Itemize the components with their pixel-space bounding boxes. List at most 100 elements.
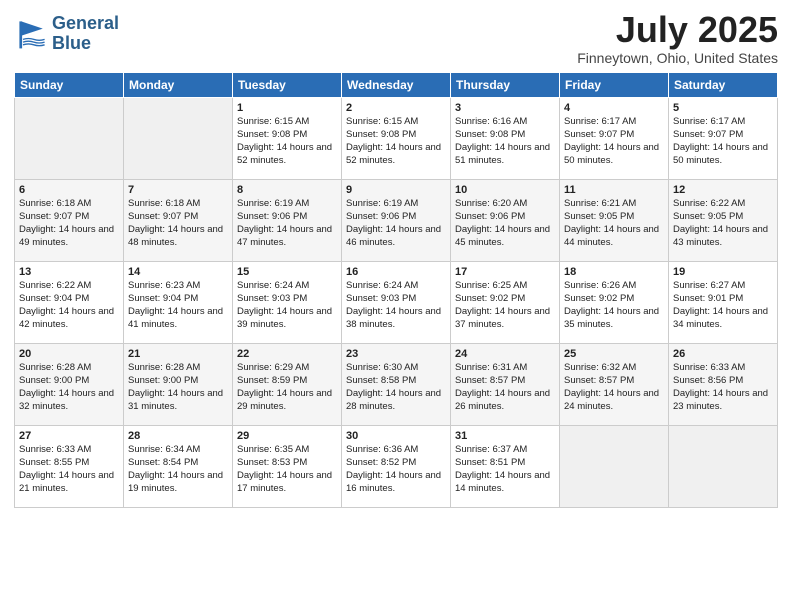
day-info: Sunset: 8:51 PM xyxy=(455,457,555,470)
day-info: Daylight: 14 hours and 48 minutes. xyxy=(128,224,228,250)
day-info: Sunrise: 6:21 AM xyxy=(564,198,664,211)
day-info: Sunset: 9:02 PM xyxy=(564,293,664,306)
day-info: Sunset: 9:02 PM xyxy=(455,293,555,306)
day-cell: 28Sunrise: 6:34 AMSunset: 8:54 PMDayligh… xyxy=(124,425,233,507)
header-cell-saturday: Saturday xyxy=(669,72,778,97)
day-cell xyxy=(669,425,778,507)
day-info: Daylight: 14 hours and 26 minutes. xyxy=(455,388,555,414)
day-info: Daylight: 14 hours and 23 minutes. xyxy=(673,388,773,414)
day-number: 17 xyxy=(455,265,555,280)
day-info: Sunrise: 6:36 AM xyxy=(346,444,446,457)
day-number: 30 xyxy=(346,429,446,444)
day-info: Sunrise: 6:15 AM xyxy=(346,116,446,129)
day-number: 5 xyxy=(673,101,773,116)
logo-line2: Blue xyxy=(52,34,119,54)
day-cell: 9Sunrise: 6:19 AMSunset: 9:06 PMDaylight… xyxy=(342,179,451,261)
day-info: Daylight: 14 hours and 34 minutes. xyxy=(673,306,773,332)
day-info: Sunset: 9:06 PM xyxy=(237,211,337,224)
day-info: Daylight: 14 hours and 14 minutes. xyxy=(455,470,555,496)
day-info: Daylight: 14 hours and 29 minutes. xyxy=(237,388,337,414)
header-cell-wednesday: Wednesday xyxy=(342,72,451,97)
day-info: Daylight: 14 hours and 37 minutes. xyxy=(455,306,555,332)
day-info: Sunrise: 6:24 AM xyxy=(346,280,446,293)
day-info: Sunrise: 6:28 AM xyxy=(128,362,228,375)
day-info: Sunset: 9:07 PM xyxy=(673,129,773,142)
day-cell: 16Sunrise: 6:24 AMSunset: 9:03 PMDayligh… xyxy=(342,261,451,343)
calendar-table: SundayMondayTuesdayWednesdayThursdayFrid… xyxy=(14,72,778,508)
day-cell: 17Sunrise: 6:25 AMSunset: 9:02 PMDayligh… xyxy=(451,261,560,343)
day-number: 15 xyxy=(237,265,337,280)
day-info: Sunset: 9:08 PM xyxy=(455,129,555,142)
day-info: Daylight: 14 hours and 41 minutes. xyxy=(128,306,228,332)
day-number: 10 xyxy=(455,183,555,198)
day-info: Sunset: 8:52 PM xyxy=(346,457,446,470)
day-number: 12 xyxy=(673,183,773,198)
day-cell: 10Sunrise: 6:20 AMSunset: 9:06 PMDayligh… xyxy=(451,179,560,261)
day-cell: 7Sunrise: 6:18 AMSunset: 9:07 PMDaylight… xyxy=(124,179,233,261)
day-info: Sunset: 9:00 PM xyxy=(128,375,228,388)
day-info: Sunset: 8:55 PM xyxy=(19,457,119,470)
day-number: 6 xyxy=(19,183,119,198)
day-cell: 11Sunrise: 6:21 AMSunset: 9:05 PMDayligh… xyxy=(560,179,669,261)
day-info: Sunset: 8:58 PM xyxy=(346,375,446,388)
day-info: Daylight: 14 hours and 38 minutes. xyxy=(346,306,446,332)
day-info: Sunset: 8:57 PM xyxy=(455,375,555,388)
day-info: Sunset: 8:53 PM xyxy=(237,457,337,470)
day-info: Daylight: 14 hours and 43 minutes. xyxy=(673,224,773,250)
day-info: Sunset: 9:05 PM xyxy=(564,211,664,224)
day-number: 21 xyxy=(128,347,228,362)
day-number: 26 xyxy=(673,347,773,362)
week-row-4: 20Sunrise: 6:28 AMSunset: 9:00 PMDayligh… xyxy=(15,343,778,425)
day-cell: 21Sunrise: 6:28 AMSunset: 9:00 PMDayligh… xyxy=(124,343,233,425)
day-info: Sunrise: 6:35 AM xyxy=(237,444,337,457)
day-info: Sunrise: 6:15 AM xyxy=(237,116,337,129)
day-cell: 18Sunrise: 6:26 AMSunset: 9:02 PMDayligh… xyxy=(560,261,669,343)
day-info: Daylight: 14 hours and 39 minutes. xyxy=(237,306,337,332)
day-number: 16 xyxy=(346,265,446,280)
day-info: Daylight: 14 hours and 32 minutes. xyxy=(19,388,119,414)
day-info: Sunset: 9:07 PM xyxy=(128,211,228,224)
day-info: Sunset: 8:54 PM xyxy=(128,457,228,470)
day-info: Daylight: 14 hours and 46 minutes. xyxy=(346,224,446,250)
day-number: 24 xyxy=(455,347,555,362)
day-info: Daylight: 14 hours and 50 minutes. xyxy=(673,142,773,168)
day-info: Sunrise: 6:23 AM xyxy=(128,280,228,293)
day-info: Sunrise: 6:33 AM xyxy=(19,444,119,457)
day-info: Sunset: 9:07 PM xyxy=(564,129,664,142)
day-info: Sunrise: 6:25 AM xyxy=(455,280,555,293)
day-cell: 12Sunrise: 6:22 AMSunset: 9:05 PMDayligh… xyxy=(669,179,778,261)
day-number: 14 xyxy=(128,265,228,280)
day-info: Sunset: 9:03 PM xyxy=(237,293,337,306)
header-row: SundayMondayTuesdayWednesdayThursdayFrid… xyxy=(15,72,778,97)
day-cell: 31Sunrise: 6:37 AMSunset: 8:51 PMDayligh… xyxy=(451,425,560,507)
header-cell-tuesday: Tuesday xyxy=(233,72,342,97)
day-cell: 5Sunrise: 6:17 AMSunset: 9:07 PMDaylight… xyxy=(669,97,778,179)
day-info: Sunrise: 6:16 AM xyxy=(455,116,555,129)
day-cell: 4Sunrise: 6:17 AMSunset: 9:07 PMDaylight… xyxy=(560,97,669,179)
header-cell-friday: Friday xyxy=(560,72,669,97)
day-info: Daylight: 14 hours and 35 minutes. xyxy=(564,306,664,332)
logo-text: General Blue xyxy=(52,14,119,54)
day-info: Daylight: 14 hours and 16 minutes. xyxy=(346,470,446,496)
day-info: Daylight: 14 hours and 45 minutes. xyxy=(455,224,555,250)
day-number: 2 xyxy=(346,101,446,116)
day-info: Daylight: 14 hours and 44 minutes. xyxy=(564,224,664,250)
title-block: July 2025 Finneytown, Ohio, United State… xyxy=(577,10,778,66)
subtitle: Finneytown, Ohio, United States xyxy=(577,50,778,66)
day-info: Sunrise: 6:19 AM xyxy=(346,198,446,211)
day-info: Daylight: 14 hours and 52 minutes. xyxy=(346,142,446,168)
day-info: Daylight: 14 hours and 47 minutes. xyxy=(237,224,337,250)
day-info: Daylight: 14 hours and 28 minutes. xyxy=(346,388,446,414)
day-info: Daylight: 14 hours and 51 minutes. xyxy=(455,142,555,168)
day-info: Sunrise: 6:22 AM xyxy=(673,198,773,211)
day-info: Sunrise: 6:37 AM xyxy=(455,444,555,457)
week-row-1: 1Sunrise: 6:15 AMSunset: 9:08 PMDaylight… xyxy=(15,97,778,179)
day-info: Sunset: 9:01 PM xyxy=(673,293,773,306)
header-cell-thursday: Thursday xyxy=(451,72,560,97)
day-info: Sunset: 8:56 PM xyxy=(673,375,773,388)
day-cell: 22Sunrise: 6:29 AMSunset: 8:59 PMDayligh… xyxy=(233,343,342,425)
day-info: Sunrise: 6:19 AM xyxy=(237,198,337,211)
day-cell: 20Sunrise: 6:28 AMSunset: 9:00 PMDayligh… xyxy=(15,343,124,425)
day-info: Sunrise: 6:28 AM xyxy=(19,362,119,375)
day-number: 23 xyxy=(346,347,446,362)
